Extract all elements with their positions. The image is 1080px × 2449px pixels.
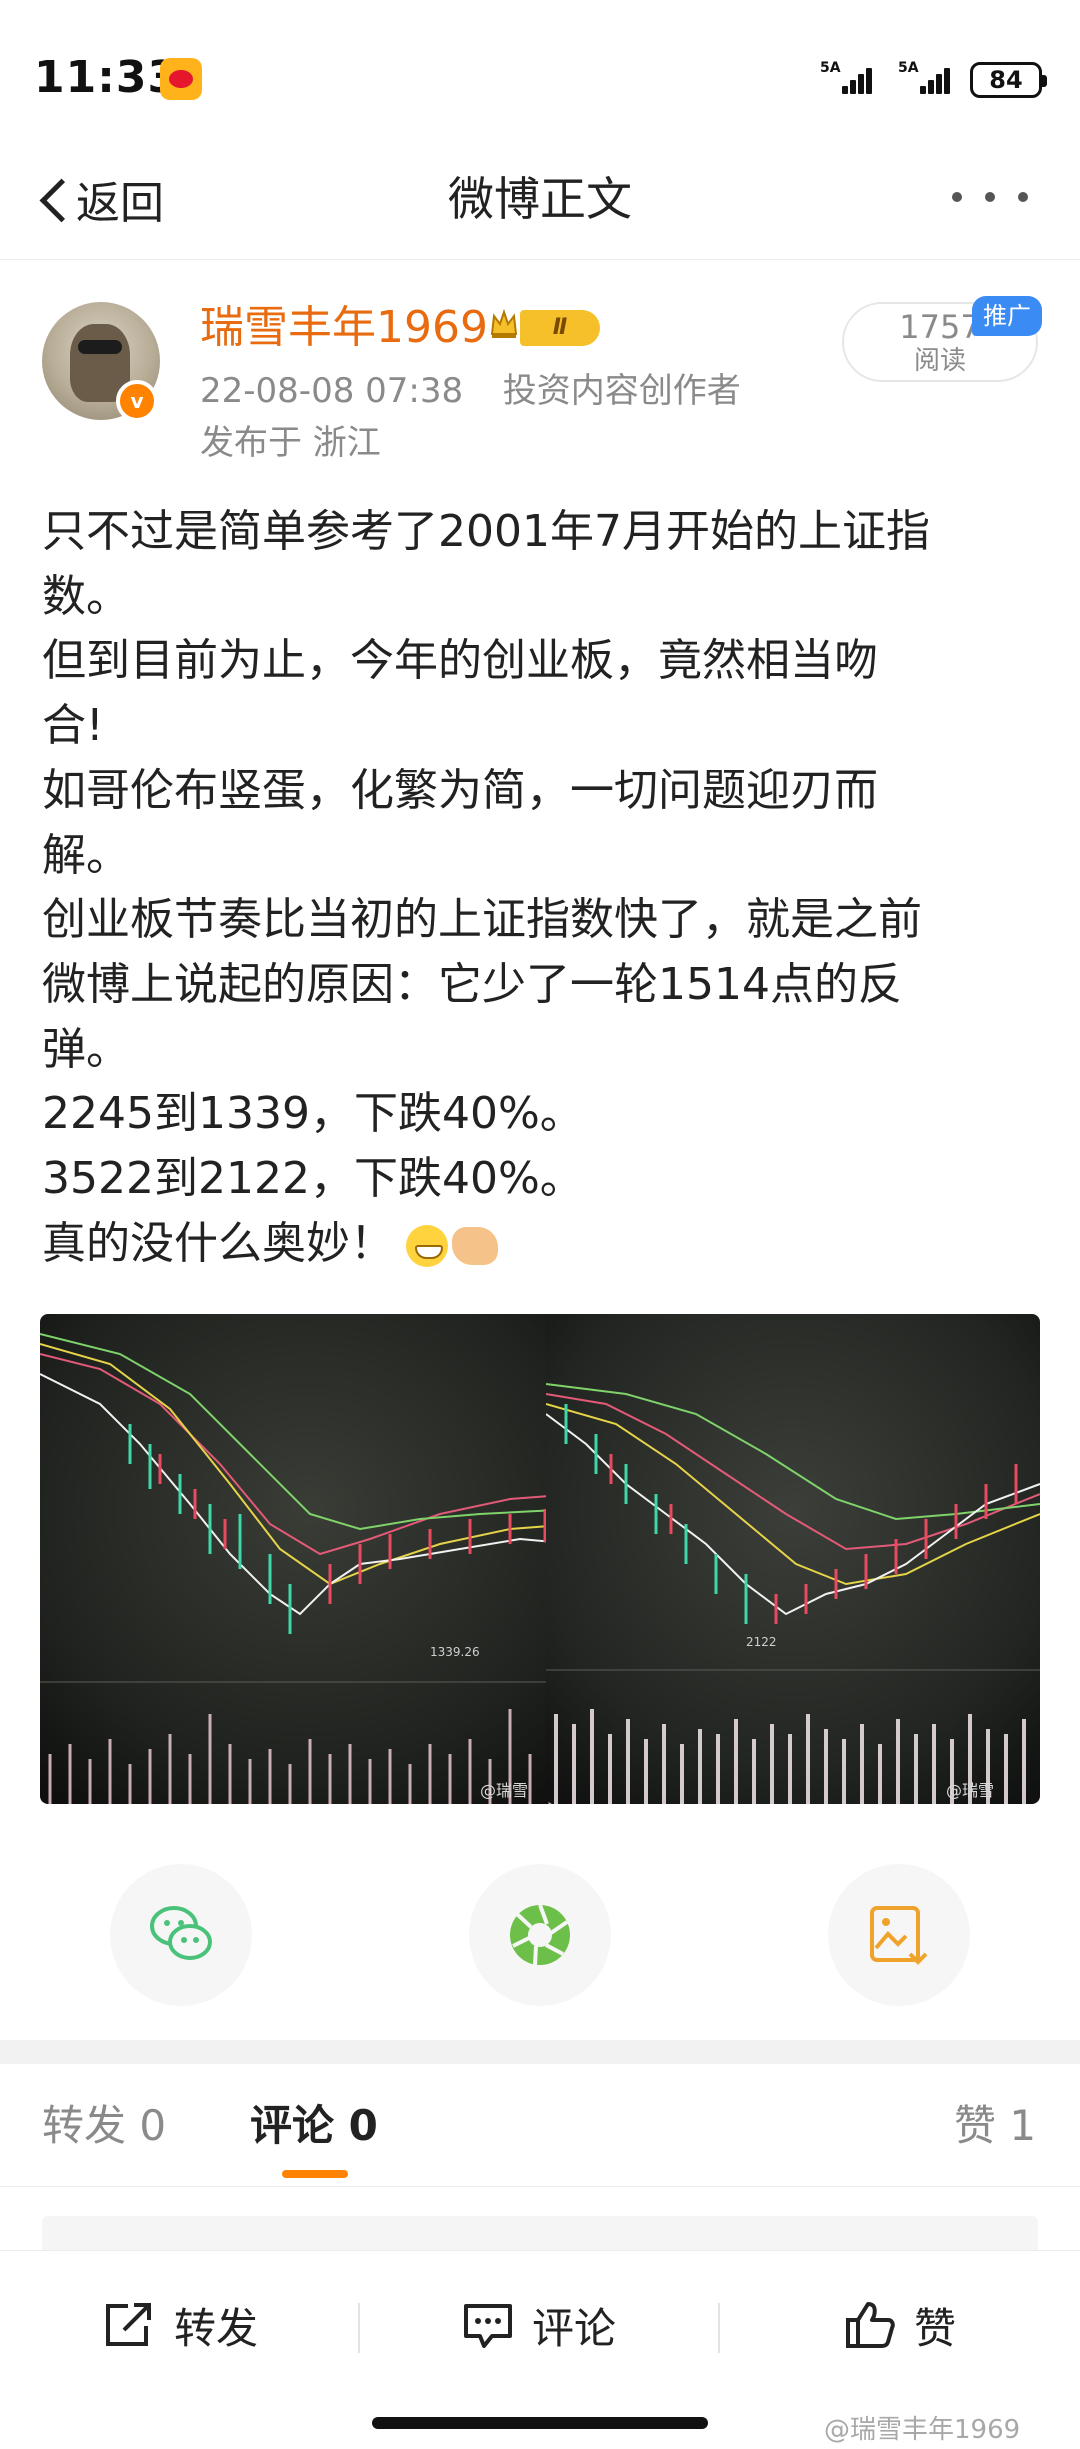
moments-icon: [510, 1904, 570, 1966]
chart-low-label: 1339.26: [430, 1645, 480, 1659]
bottom-separator: [718, 2303, 720, 2353]
post-line: 创业板节奏比当初的上证指数快了，就是之前: [42, 894, 922, 946]
home-indicator[interactable]: [372, 2417, 708, 2429]
signal-strength-icon-2: 5A: [898, 60, 958, 100]
post-text: 只不过是简单参考了2001年7月开始的上证指 数。 但到目前为止，今年的创业板，…: [42, 500, 1042, 1276]
tab-comment[interactable]: 评论 0: [250, 2090, 378, 2162]
comment-button[interactable]: 评论: [462, 2295, 616, 2355]
like-label: 赞: [914, 2303, 957, 2353]
tab-repost[interactable]: 转发 0: [42, 2090, 166, 2162]
repost-button[interactable]: 转发: [102, 2295, 258, 2355]
repost-label: 转发: [174, 2303, 259, 2353]
post-line: 合!: [42, 700, 104, 752]
chart-photo-2[interactable]: 2122 @瑞雪: [546, 1314, 1040, 1804]
page-title: 微博正文: [448, 172, 632, 226]
share-moments-button[interactable]: [469, 1864, 611, 2006]
post-line: 微博上说起的原因：它少了一轮1514点的反: [42, 958, 902, 1010]
post-location: 发布于 浙江: [200, 423, 381, 463]
battery-icon: 84: [970, 62, 1047, 98]
post-line: 但到目前为止，今年的创业板，竟然相当吻: [42, 635, 878, 687]
nav-bar: 返回 微博正文: [0, 140, 1080, 260]
share-wechat-button[interactable]: [110, 1864, 252, 2006]
crown-icon: [490, 308, 518, 338]
handshake-emoji: [452, 1226, 498, 1265]
promo-tag[interactable]: 推广: [972, 296, 1042, 336]
post-line: 解。: [42, 829, 130, 881]
level-badge[interactable]: Ⅱ: [520, 310, 600, 346]
post-line-last: 真的没什么奥妙！: [42, 1212, 1042, 1277]
bottom-action-bar: 转发 评论 赞 @瑞雪丰年1969: [0, 2250, 1080, 2449]
post-line: 数。: [42, 570, 130, 622]
post-timestamp: 22-08-08 07:38: [200, 371, 464, 411]
status-time: 11:33: [34, 52, 180, 103]
author-name[interactable]: 瑞雪丰年1969: [200, 300, 488, 356]
repost-icon: [106, 2303, 151, 2346]
post-line: 3522到2122，下跌40%。: [42, 1153, 584, 1205]
grin-emoji: [406, 1224, 448, 1267]
save-image-icon: [870, 1906, 928, 1965]
comment-icon: [464, 2304, 512, 2348]
post-line: 只不过是简单参考了2001年7月开始的上证指: [42, 506, 930, 557]
wechat-icon: [150, 1906, 212, 1960]
post-meta: 22-08-08 07:38 投资内容创作者: [200, 368, 741, 414]
post-line: 弹。: [42, 1023, 130, 1075]
status-bar: 11:33 5A 5A 84: [0, 0, 1080, 160]
thumbs-up-icon: [846, 2302, 895, 2348]
signal-label-2: 5A: [898, 60, 919, 76]
post-line: 2245到1339，下跌40%。: [42, 1088, 584, 1140]
like-button[interactable]: 赞: [844, 2295, 956, 2355]
more-dots-icon[interactable]: [952, 192, 1028, 208]
verified-badge-icon: v: [116, 380, 158, 422]
battery-level: 84: [989, 66, 1023, 94]
tab-like[interactable]: 赞 1: [954, 2090, 1036, 2162]
weibo-post-page: 11:33 5A 5A 84 返回 微博正文 v 瑞雪丰年1969 Ⅱ 22-0…: [0, 0, 1080, 2449]
weibo-notification-icon: [160, 58, 202, 100]
image-watermark: @瑞雪: [480, 1781, 528, 1800]
save-image-button[interactable]: [828, 1864, 970, 2006]
comment-label: 评论: [532, 2303, 617, 2353]
section-divider: [0, 2040, 1080, 2064]
bottom-separator: [358, 2303, 360, 2353]
author-role: 投资内容创作者: [502, 371, 741, 411]
chart-low-label: 2122: [746, 1635, 777, 1649]
comment-area-placeholder: [42, 2216, 1038, 2250]
read-label: 阅读: [913, 346, 966, 376]
weibo-watermark: @瑞雪丰年1969: [824, 2415, 1021, 2445]
post-line: 真的没什么奥妙！: [42, 1217, 394, 1269]
post-line: 如哥伦布竖蛋，化繁为简，一切问题迎刃而: [42, 764, 878, 816]
chart-photo-1[interactable]: 1339.26 @瑞雪: [40, 1314, 576, 1804]
tab-border: [0, 2186, 1080, 2187]
image-watermark: @瑞雪: [946, 1781, 994, 1800]
active-tab-indicator: [282, 2170, 348, 2178]
signal-label-1: 5A: [820, 60, 841, 76]
signal-strength-icon: 5A: [820, 60, 880, 100]
